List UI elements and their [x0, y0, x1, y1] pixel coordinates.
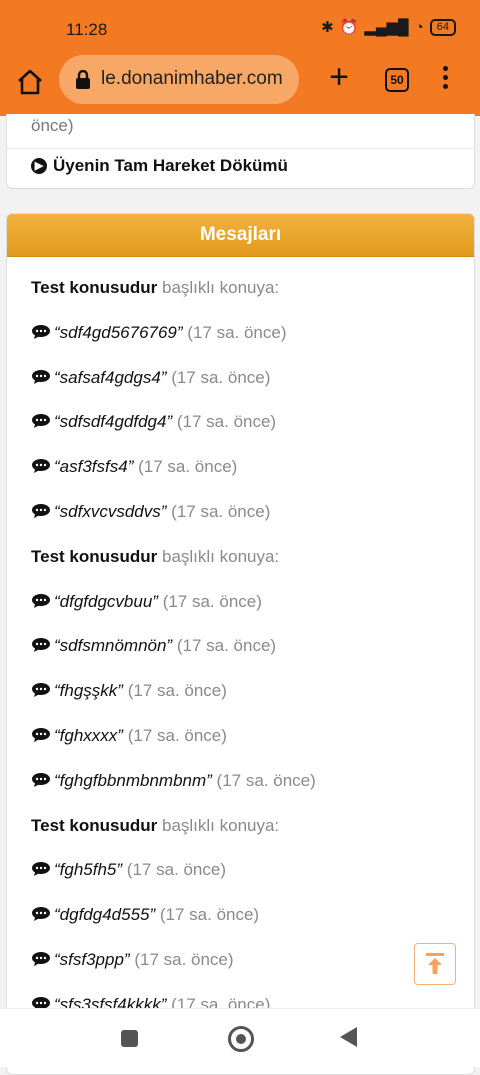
message-time: (17 sa. önce): [127, 681, 227, 701]
message-time: (17 sa. önce): [127, 726, 227, 745]
message-time: (17 sa. önce): [216, 770, 316, 790]
message-time: (17 sa. önce): [159, 905, 260, 925]
message-row: “fgh5fh5” (17 sa. önce): [31, 860, 226, 880]
speech-bubble-icon: [32, 593, 50, 608]
message-row: “safsaf4gdgs4” (17 sa. önce): [31, 368, 270, 388]
speech-bubble-icon: [32, 862, 50, 877]
message-text-link[interactable]: “sdfsdf4gdfdg4”: [54, 412, 172, 431]
message-time: (17 sa. önce): [138, 457, 238, 477]
message-text-link[interactable]: “sdfxvcvsddvs”: [54, 502, 166, 521]
alarm-icon: ⏰: [339, 19, 359, 36]
message-text-link[interactable]: “dfgfdgcvbuu”: [54, 592, 158, 611]
status-icons: ✱ ⏰ ▂▄▆█ ◔ 64: [321, 18, 456, 36]
chevron-right-icon: ▶: [31, 158, 47, 174]
lock-icon: [76, 70, 90, 89]
battery-icon: 64: [429, 18, 456, 36]
message-time: (17 sa. önce): [171, 367, 271, 387]
message-text-link[interactable]: “fhgşşkk”: [54, 681, 123, 700]
message-text-link[interactable]: “dgfdg4d555”: [54, 905, 155, 924]
back-button[interactable]: [340, 1027, 357, 1047]
full-activity-link[interactable]: ▶ Üyenin Tam Hareket Dökümü: [31, 156, 288, 176]
speech-bubble-icon: [32, 907, 50, 922]
topic-row: Test konusudur başlıklı konuya:: [31, 816, 279, 836]
message-row: “asf3fsfs4” (17 sa. önce): [31, 457, 237, 477]
speech-bubble-icon: [32, 369, 50, 384]
speech-bubble-icon: [32, 683, 50, 698]
home-button[interactable]: [14, 66, 46, 98]
message-text-link[interactable]: “sfsf3ppp”: [54, 950, 130, 969]
message-text-link[interactable]: “fghgfbbnmbnmbnm”: [54, 771, 212, 790]
status-bar: 11:28 ✱ ⏰ ▂▄▆█ ◔ 64: [0, 0, 480, 56]
message-row: “fghgfbbnmbnmbnm” (17 sa. önce): [31, 771, 316, 791]
more-vert-icon: [442, 66, 448, 71]
speech-bubble-icon: [32, 504, 50, 518]
tab-switcher-button[interactable]: 50: [385, 68, 409, 92]
message-row: “dgfdg4d555” (17 sa. önce): [31, 905, 259, 925]
topic-row: Test konusudur başlıklı konuya:: [31, 278, 279, 298]
message-row: “sdfsmnömnön” (17 sa. önce): [31, 636, 276, 656]
full-activity-label: Üyenin Tam Hareket Dökümü: [53, 156, 288, 175]
home-icon: [18, 69, 42, 95]
topic-suffix: başlıklı konuya:: [161, 546, 280, 566]
message-text-link[interactable]: “fghxxxx”: [54, 726, 123, 745]
message-row: “sdfsdf4gdfdg4” (17 sa. önce): [31, 412, 276, 432]
message-text-link[interactable]: “sdf4gd5676769”: [54, 323, 183, 342]
address-bar[interactable]: le.donanimhaber.com: [59, 55, 299, 104]
speech-bubble-icon: [32, 638, 50, 653]
recents-button[interactable]: [121, 1030, 138, 1047]
message-time: (17 sa. önce): [171, 502, 271, 521]
message-time: (17 sa. önce): [126, 860, 227, 880]
message-time: (17 sa. önce): [162, 591, 262, 611]
speech-bubble-icon: [32, 414, 50, 429]
message-time: (17 sa. önce): [134, 950, 234, 969]
topic-title-link[interactable]: Test konusudur: [31, 816, 157, 835]
dot: [442, 75, 448, 80]
message-text-link[interactable]: “asf3fsfs4”: [54, 457, 133, 476]
new-tab-button[interactable]: +: [324, 60, 354, 96]
message-row: “sfsf3ppp” (17 sa. önce): [31, 950, 234, 970]
speech-bubble-icon: [32, 728, 50, 742]
messages-header: Mesajları: [7, 214, 474, 257]
topic-title-link[interactable]: Test konusudur: [31, 278, 157, 297]
signal-icon: ▂▄▆█: [364, 19, 409, 36]
topic-title-link[interactable]: Test konusudur: [31, 547, 157, 566]
message-time: (17 sa. önce): [176, 412, 277, 432]
arrow-up-to-top-icon: [426, 953, 444, 974]
topic-row: Test konusudur başlıklı konuya:: [31, 547, 279, 567]
message-row: “fhgşşkk” (17 sa. önce): [31, 681, 227, 701]
topic-suffix: başlıklı konuya:: [161, 815, 280, 835]
message-row: “fghxxxx” (17 sa. önce): [31, 726, 227, 746]
message-time: (17 sa. önce): [187, 322, 287, 342]
message-row: “sdf4gd5676769” (17 sa. önce): [31, 323, 287, 343]
speech-bubble-icon: [32, 459, 50, 474]
wifi-icon: ◔: [414, 18, 424, 36]
divider: [7, 148, 474, 149]
system-nav-bar: [0, 1008, 480, 1067]
battery-level: 64: [436, 20, 449, 33]
message-text-link[interactable]: “sdfsmnömnön”: [54, 636, 172, 655]
message-time: (17 sa. önce): [176, 636, 277, 656]
profile-card: önce) ▶ Üyenin Tam Hareket Dökümü: [6, 114, 475, 189]
url-text: le.donanimhaber.com: [101, 68, 283, 89]
status-time: 11:28: [66, 20, 108, 39]
bluetooth-icon: ✱: [321, 19, 334, 36]
speech-bubble-icon: [32, 324, 50, 339]
more-menu-button[interactable]: [438, 66, 452, 94]
speech-bubble-icon: [32, 772, 50, 787]
message-row: “dfgfdgcvbuu” (17 sa. önce): [31, 592, 262, 612]
message-text-link[interactable]: “safsaf4gdgs4”: [54, 368, 166, 387]
browser-toolbar: le.donanimhaber.com + 50: [0, 55, 480, 116]
truncated-text: önce): [31, 116, 74, 135]
speech-bubble-icon: [32, 952, 50, 966]
topic-suffix: başlıklı konuya:: [161, 278, 280, 297]
dot: [442, 84, 448, 89]
home-nav-button[interactable]: [228, 1026, 254, 1052]
message-text-link[interactable]: “fgh5fh5”: [54, 860, 122, 879]
message-row: “sdfxvcvsddvs” (17 sa. önce): [31, 502, 270, 522]
scroll-to-top-button[interactable]: [414, 943, 456, 985]
messages-card: Mesajları Test konusudur başlıklı konuya…: [6, 213, 475, 1075]
